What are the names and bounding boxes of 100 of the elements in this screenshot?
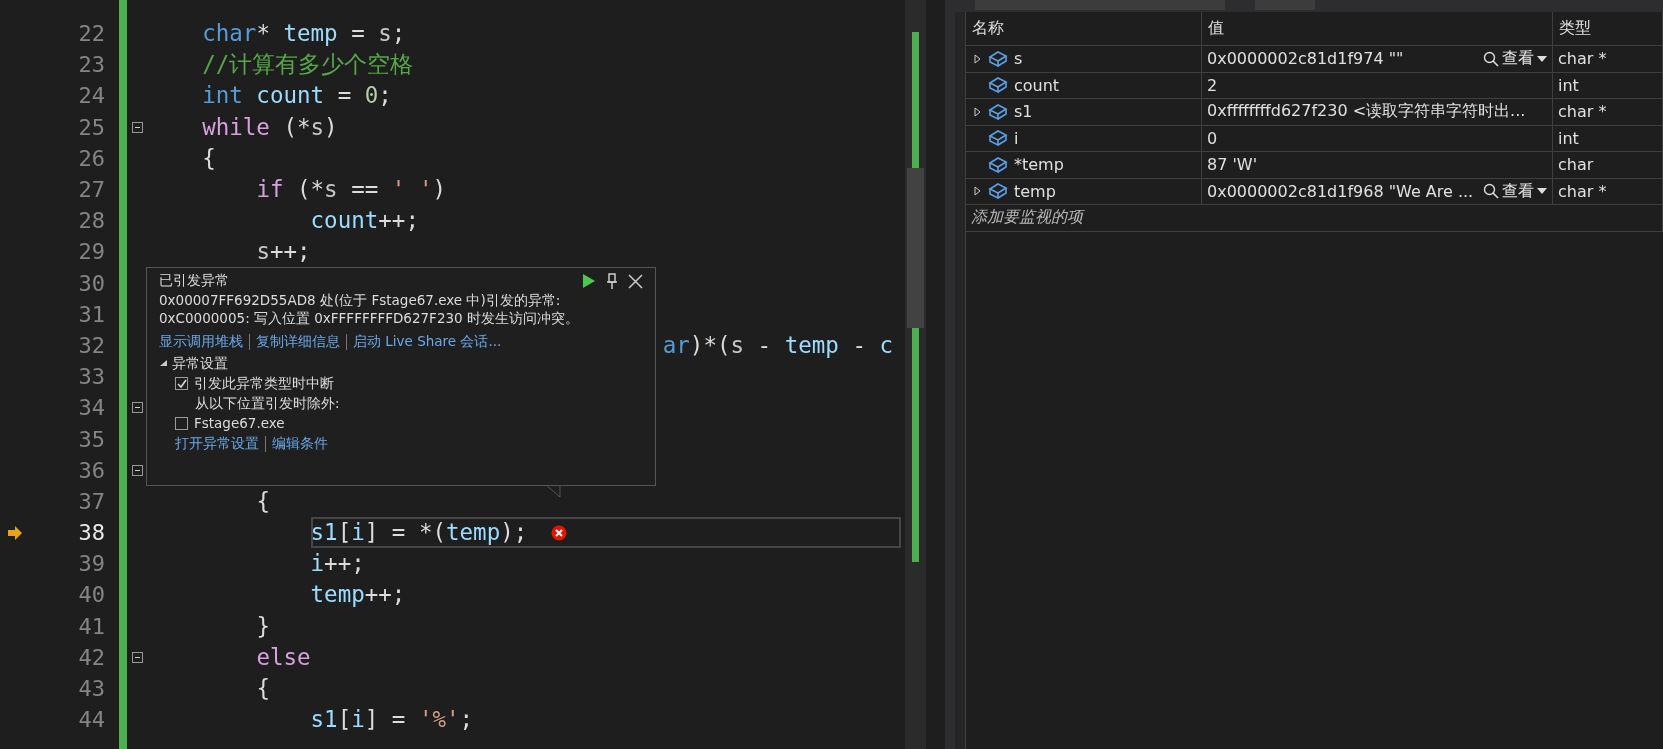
code-line: else bbox=[256, 642, 311, 672]
code-line: s1[i] = *(temp); bbox=[310, 517, 901, 549]
line-number: 36 bbox=[77, 457, 105, 483]
exception-message: 0xC0000005: 写入位置 0xFFFFFFFFD627F230 时发生访问冲突。 bbox=[159, 309, 580, 327]
column-header[interactable]: 名称 bbox=[966, 12, 1202, 46]
expand-icon[interactable] bbox=[974, 106, 981, 117]
variable-icon bbox=[988, 49, 1008, 68]
variable-value: 0x0000002c81d1f968 "We Are ... bbox=[1207, 181, 1474, 201]
caret-icon bbox=[1537, 188, 1547, 195]
code-line: i++; bbox=[310, 549, 365, 579]
link[interactable]: 复制详细信息 bbox=[256, 332, 340, 351]
collapse-icon[interactable] bbox=[132, 402, 143, 414]
variable-name: i bbox=[1014, 128, 1019, 148]
checkbox[interactable] bbox=[175, 377, 188, 390]
column-header[interactable]: 值 bbox=[1202, 12, 1553, 46]
code-line: while (*s) bbox=[202, 112, 338, 142]
link[interactable]: 显示调用堆栈 bbox=[159, 332, 243, 351]
line-number: 30 bbox=[77, 270, 105, 296]
variable-value: 0x0000002c81d1f974 "" bbox=[1207, 49, 1404, 69]
line-number: 39 bbox=[77, 551, 105, 577]
variable-icon bbox=[988, 76, 1008, 95]
line-number: 32 bbox=[77, 332, 105, 358]
checkbox-label: 引发此异常类型时中断 bbox=[194, 374, 334, 393]
exception-message: 0x00007FF692D55AD8 处(位于 Fstage67.exe 中)引发的异常: bbox=[159, 291, 562, 309]
search-icon bbox=[1483, 50, 1499, 67]
line-number: 24 bbox=[77, 83, 105, 109]
close-icon[interactable] bbox=[628, 273, 643, 289]
code-line: { bbox=[202, 143, 216, 173]
line-number: 42 bbox=[77, 644, 105, 670]
pin-icon[interactable] bbox=[606, 272, 618, 290]
line-number: 38 bbox=[77, 520, 105, 546]
caret-icon bbox=[1537, 55, 1547, 62]
line-number: 27 bbox=[77, 177, 105, 203]
popup-title: 已引发异常 bbox=[159, 272, 229, 290]
link[interactable]: 编辑条件 bbox=[272, 434, 328, 453]
section-header: 异常设置 bbox=[172, 354, 228, 373]
variable-icon bbox=[988, 182, 1008, 201]
variable-type: char * bbox=[1558, 49, 1607, 69]
collapse-icon[interactable] bbox=[132, 651, 143, 663]
line-number: 43 bbox=[77, 676, 105, 702]
variable-value: 0xffffffffd627f230 <读取字符串字符时出... bbox=[1207, 101, 1526, 123]
variable-type: char * bbox=[1558, 102, 1607, 122]
code-line: s++; bbox=[256, 237, 311, 267]
code-line: } bbox=[256, 611, 270, 641]
code-line: //计算有多少个空格 bbox=[202, 50, 414, 80]
variable-name: s bbox=[1014, 49, 1023, 69]
line-number: 37 bbox=[77, 488, 105, 514]
variable-icon bbox=[988, 102, 1008, 121]
variable-type: int bbox=[1558, 75, 1579, 95]
variable-name: s1 bbox=[1014, 102, 1033, 122]
scrollbar[interactable] bbox=[905, 0, 926, 749]
code-line: temp++; bbox=[310, 580, 406, 610]
code-line: s1[i] = '%'; bbox=[310, 705, 474, 735]
line-number: 22 bbox=[77, 21, 105, 47]
collapse-icon[interactable] bbox=[132, 121, 143, 133]
line-number: 40 bbox=[77, 582, 105, 608]
expand-icon[interactable] bbox=[974, 53, 981, 64]
code-line: count++; bbox=[310, 206, 419, 236]
code-line: if (*s == ' ') bbox=[256, 174, 447, 204]
variable-name: temp bbox=[1014, 181, 1056, 201]
code-line: ar)*(s - temp - c bbox=[662, 330, 894, 360]
expand-arrow-icon[interactable] bbox=[159, 359, 168, 368]
error-icon bbox=[551, 524, 568, 541]
line-number: 41 bbox=[77, 613, 105, 639]
scrollbar-thumb[interactable] bbox=[907, 168, 924, 328]
variable-type: char bbox=[1558, 155, 1594, 175]
line-number: 31 bbox=[77, 301, 105, 327]
line-number: 29 bbox=[77, 239, 105, 265]
add-watch-field[interactable]: 添加要监视的项 bbox=[966, 205, 1663, 232]
view-button[interactable]: 查看 bbox=[1483, 48, 1547, 70]
line-number: 44 bbox=[77, 707, 105, 733]
expand-icon[interactable] bbox=[974, 186, 981, 197]
variable-value: 87 'W' bbox=[1207, 155, 1258, 175]
variable-value: 2 bbox=[1207, 75, 1218, 95]
variable-type: char * bbox=[1558, 181, 1607, 201]
search-icon bbox=[1483, 183, 1499, 200]
line-number: 33 bbox=[77, 364, 105, 390]
line-number: 34 bbox=[77, 395, 105, 421]
view-button[interactable]: 查看 bbox=[1483, 180, 1547, 202]
variable-name: *temp bbox=[1014, 155, 1064, 175]
checkbox[interactable] bbox=[175, 417, 188, 430]
play-icon[interactable] bbox=[582, 273, 596, 289]
line-number: 26 bbox=[77, 145, 105, 171]
code-line: int count = 0; bbox=[202, 81, 392, 111]
line-number: 23 bbox=[77, 52, 105, 78]
variable-icon bbox=[988, 155, 1008, 174]
link[interactable]: 打开异常设置 bbox=[175, 434, 259, 453]
checkbox-label: Fstage67.exe bbox=[194, 414, 285, 433]
code-line: { bbox=[256, 486, 270, 516]
setting-label: 从以下位置引发时除外: bbox=[195, 394, 340, 413]
variable-value: 0 bbox=[1207, 128, 1218, 148]
line-number: 28 bbox=[77, 208, 105, 234]
column-header[interactable]: 类型 bbox=[1553, 12, 1663, 46]
code-line: { bbox=[256, 673, 270, 703]
code-line: char* temp = s; bbox=[202, 19, 406, 48]
collapse-icon[interactable] bbox=[132, 464, 143, 476]
link[interactable]: 启动 Live Share 会话... bbox=[353, 332, 502, 351]
variable-type: int bbox=[1558, 128, 1579, 148]
line-number: 35 bbox=[77, 426, 105, 452]
variable-name: count bbox=[1014, 75, 1060, 95]
